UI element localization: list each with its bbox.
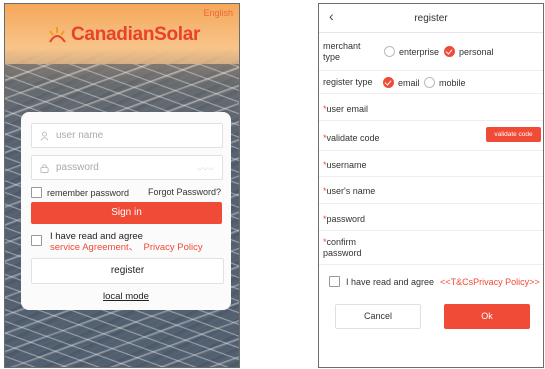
register-option-mobile[interactable]: mobile [424,77,466,88]
agreement-text: I have read and agree service Agreement、… [50,231,203,253]
username-field[interactable]: *username [319,151,543,177]
register-agree-checkbox[interactable] [329,276,340,287]
validate-code-button[interactable]: validate code [486,127,541,142]
sign-in-button[interactable]: Sign in [31,202,222,224]
nav-bar: ‹ register [319,4,543,33]
language-switch[interactable]: English [203,8,233,18]
validate-code-label: *validate code [323,133,380,143]
validate-code-field[interactable]: *validate code validate code [319,121,543,151]
sun-icon [49,27,66,43]
password-input[interactable]: password ◡◡◡ [31,155,223,180]
agree-checkbox[interactable] [31,235,42,246]
enterprise-label: enterprise [399,46,440,57]
user-email-label: *user email [323,104,368,114]
local-mode-link[interactable]: local mode [21,291,231,302]
cancel-button[interactable]: Cancel [335,304,421,329]
agreement-row: I have read and agree service Agreement、… [31,231,203,253]
username-label: *username [323,160,367,170]
link-separator: 、 [128,242,139,253]
register-agree-prefix: I have read and agree [346,276,435,287]
radio-personal-checked[interactable] [444,46,455,57]
user-icon [40,131,49,141]
register-agreement-row: I have read and agree <<T&CsPrivacy Poli… [329,276,540,287]
merchant-option-personal[interactable]: personal [444,46,494,57]
register-option-email[interactable]: email [383,77,420,88]
brand-logo: CanadianSolar [47,24,200,46]
remember-label: remember password [47,187,130,198]
login-card: user name password ◡◡◡ remember password… [21,112,231,310]
remember-checkbox[interactable] [31,187,42,198]
merchant-type-row: merchant type enterprise personal [319,33,543,71]
username-input[interactable]: user name [31,123,223,148]
radio-enterprise[interactable] [384,46,395,57]
users-name-field[interactable]: *user's name [319,177,543,204]
password-label: *password [323,214,365,224]
confirm-password-label: *confirm password [323,237,363,259]
confirm-password-text: confirm password [323,237,362,258]
user-email-text: user email [326,104,369,114]
user-email-field[interactable]: *user email [319,94,543,121]
service-agreement-link[interactable]: service Agreement [50,242,129,253]
register-button[interactable]: register [31,258,224,284]
password-placeholder: password [56,162,99,173]
email-label: email [398,77,420,88]
users-name-text: user's name [326,186,376,196]
page-title: register [414,13,448,24]
password-text: password [326,214,366,224]
radio-mobile[interactable] [424,77,435,88]
merchant-type-label: merchant type [323,41,361,62]
personal-label: personal [459,46,494,57]
tc-privacy-link[interactable]: <<T&CsPrivacy Policy>> [440,277,540,287]
username-placeholder: user name [56,130,104,141]
ok-button[interactable]: Ok [444,304,530,329]
privacy-policy-link[interactable]: Privacy Policy [143,242,202,253]
validate-code-text: validate code [326,133,380,143]
register-type-row: register type email mobile [319,71,543,94]
username-text: username [326,160,367,170]
remember-password[interactable]: remember password [31,187,129,198]
forgot-password-link[interactable]: Forgot Password? [148,187,221,197]
register-type-label: register type [323,77,373,87]
register-screen: ‹ register merchant type enterprise pers… [318,3,544,368]
radio-email-checked[interactable] [383,77,394,88]
lock-icon [40,163,49,173]
merchant-option-enterprise[interactable]: enterprise [384,46,439,57]
confirm-password-field[interactable]: *confirm password [319,231,543,265]
users-name-label: *user's name [323,186,375,196]
brand-name: CanadianSolar [71,24,201,45]
agree-prefix: I have read and agree [50,231,143,242]
login-screen: English CanadianSolar user name password… [4,3,240,368]
password-field[interactable]: *password [319,204,543,231]
eye-closed-icon[interactable]: ◡◡◡ [197,164,214,171]
mobile-label: mobile [439,77,466,88]
